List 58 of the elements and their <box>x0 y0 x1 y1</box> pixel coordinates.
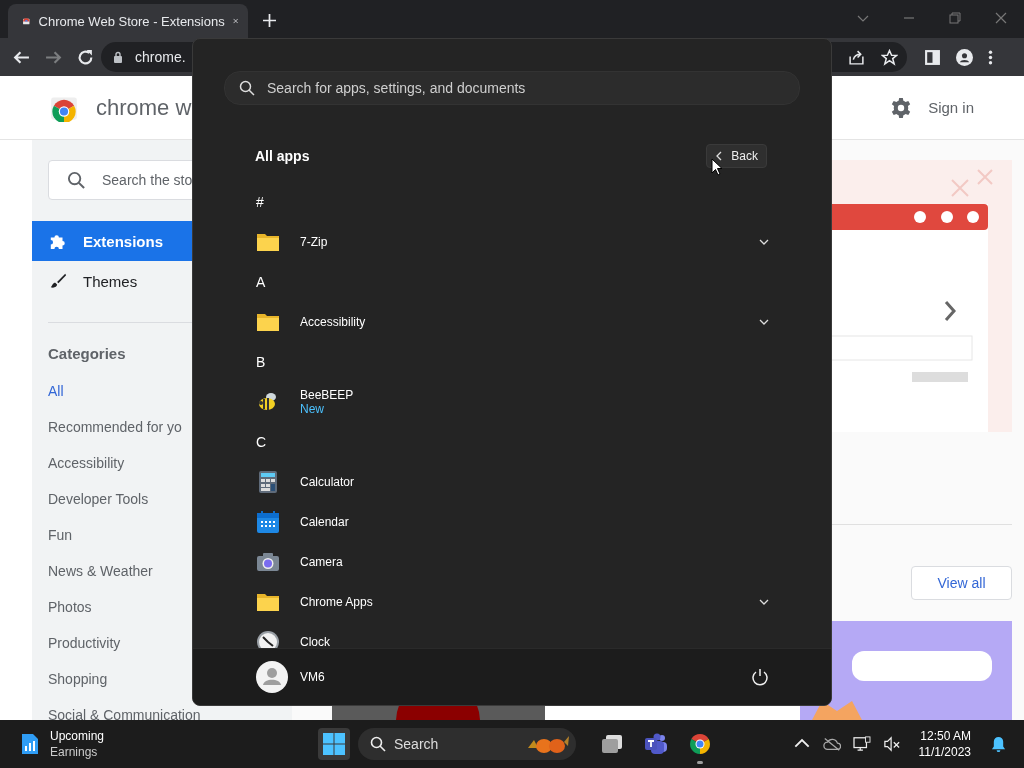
bell-icon[interactable] <box>991 735 1006 753</box>
app-item[interactable]: Chrome Apps <box>193 582 831 622</box>
new-tab-icon[interactable] <box>263 14 276 27</box>
clock-button[interactable]: 12:50 AM 11/1/2023 <box>918 728 971 760</box>
menu-icon[interactable] <box>988 48 993 66</box>
chevron-icon <box>715 151 724 161</box>
brush-icon <box>49 272 67 290</box>
letter-header[interactable]: C <box>256 434 280 450</box>
power-icon[interactable] <box>751 668 769 686</box>
puzzle-icon <box>49 232 67 250</box>
chevron-icon[interactable] <box>759 317 769 327</box>
start-button[interactable] <box>318 728 350 760</box>
search-field[interactable]: Search for apps, settings, and documents <box>224 71 800 105</box>
search-icon <box>67 170 86 190</box>
people-icon <box>644 732 668 756</box>
categories-heading: Categories <box>48 345 126 364</box>
search-icon <box>370 736 386 752</box>
app-item[interactable]: Calendar <box>193 502 831 542</box>
calculator-icon <box>256 470 280 494</box>
chevron-icon[interactable] <box>759 237 769 247</box>
side-panel-icon[interactable] <box>924 48 941 66</box>
close-icon[interactable] <box>995 12 1007 24</box>
sign-in-link[interactable]: Sign in <box>928 99 974 116</box>
app-item[interactable]: Calculator <box>193 462 831 502</box>
lock-icon <box>113 51 123 63</box>
app-item[interactable]: BeeBEEP New <box>193 382 831 422</box>
app-item[interactable]: Camera <box>193 542 831 582</box>
app-item[interactable]: Accessibility <box>193 302 831 342</box>
avatar-icon <box>256 661 288 693</box>
star-icon[interactable] <box>881 48 898 66</box>
letter-header[interactable]: B <box>256 354 280 370</box>
profile-icon[interactable] <box>956 48 973 66</box>
browser-icon <box>688 732 712 756</box>
share-icon[interactable] <box>848 48 865 66</box>
cursor-icon <box>711 158 723 176</box>
chevron-icon[interactable] <box>759 597 769 607</box>
speaker-muted-icon[interactable] <box>882 736 901 752</box>
monitor-icon[interactable] <box>852 736 871 752</box>
category-link[interactable]: Social & Communication <box>48 697 292 720</box>
search-field[interactable]: Search <box>358 728 576 760</box>
store-title: chrome w <box>96 94 192 121</box>
cloud-icon[interactable] <box>822 736 841 752</box>
calendar-icon <box>256 510 280 534</box>
user-button[interactable]: VM6 <box>256 661 325 693</box>
view-all-button[interactable]: View all <box>911 566 1012 600</box>
letter-header[interactable]: A <box>256 274 280 290</box>
widget-button[interactable]: Upcoming Earnings <box>20 724 105 764</box>
reload-icon[interactable] <box>77 48 94 66</box>
pumpkin-icon <box>526 734 570 754</box>
chart-icon <box>20 732 40 756</box>
close-icon[interactable] <box>232 16 238 26</box>
restore-icon[interactable] <box>949 12 961 24</box>
back-button[interactable]: Back <box>706 144 767 168</box>
camera-icon <box>256 550 280 574</box>
search-icon <box>239 80 255 96</box>
browser-tab[interactable]: Chrome Web Store - Extensions <box>8 4 248 38</box>
windows-icon <box>600 732 624 756</box>
settings-icon[interactable] <box>890 96 913 119</box>
